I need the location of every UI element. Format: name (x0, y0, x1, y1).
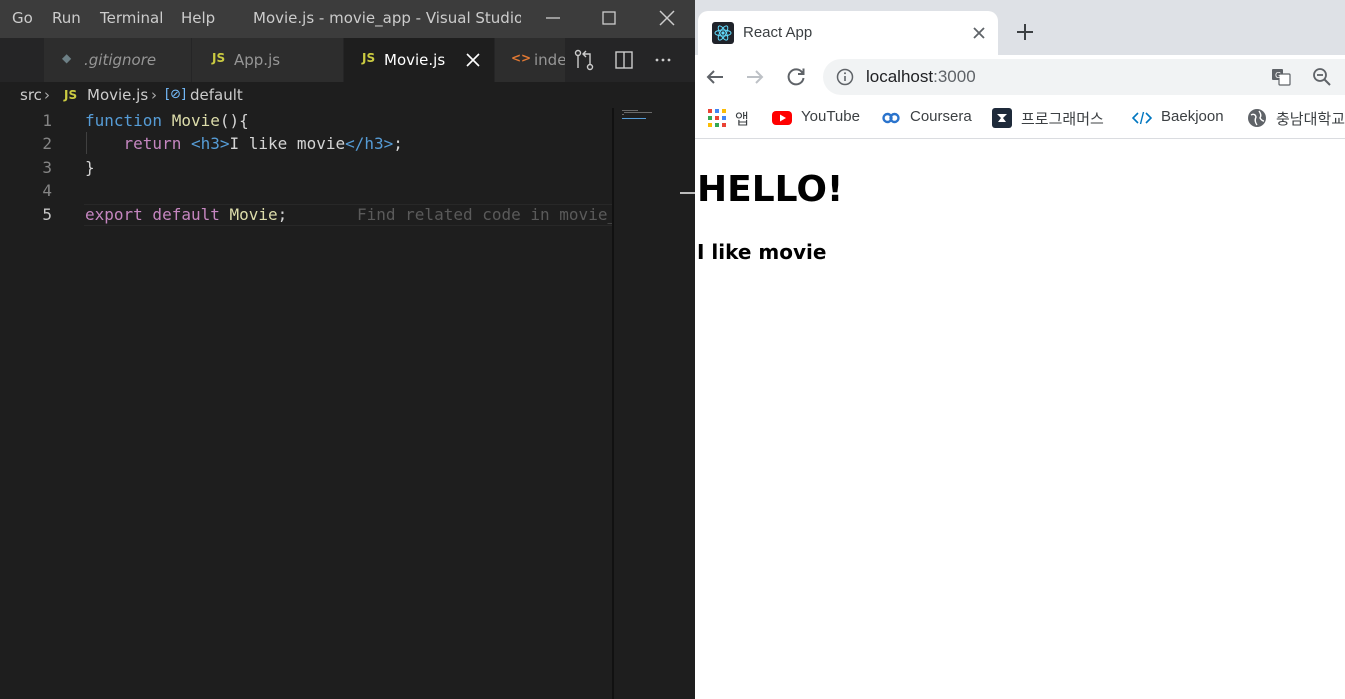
new-tab-icon[interactable] (1013, 20, 1037, 44)
split-editor-icon[interactable] (610, 46, 638, 74)
code-line-5: export default Movie; (85, 205, 287, 224)
code-punctuation: (){ (219, 111, 249, 130)
forward-arrow-icon[interactable] (743, 65, 767, 89)
breadcrumb-file[interactable]: Movie.js (87, 86, 148, 104)
address-bar[interactable]: localhost:3000 G (823, 59, 1345, 95)
globe-icon (1248, 109, 1266, 127)
bookmark-label: YouTube (801, 108, 860, 125)
code-line-2: return <h3>I like movie</h3>; (85, 134, 403, 153)
bookmarks-bar: 앱 YouTube Coursera 프로그래머스 Baekjoon 충남대학교 (695, 99, 1345, 139)
zoom-out-icon[interactable] (1312, 67, 1332, 87)
close-window-icon[interactable] (653, 4, 681, 32)
apps-grid-icon (708, 109, 726, 127)
maximize-icon[interactable] (595, 4, 623, 32)
code-line-1: function Movie(){ (85, 111, 249, 130)
menu-go[interactable]: Go (12, 9, 33, 27)
browser-tab-title: React App (743, 24, 813, 41)
bookmark-label: 프로그래머스 (1021, 111, 1104, 128)
close-tab-icon[interactable] (968, 22, 990, 44)
js-file-icon: JS (212, 51, 226, 65)
function-name: Movie (171, 111, 220, 130)
menu-run[interactable]: Run (52, 9, 81, 27)
youtube-icon (772, 111, 792, 125)
tab-movie-js[interactable]: JS Movie.js (344, 38, 495, 82)
tab-app-js[interactable]: JS App.js (192, 38, 344, 82)
line-number: 1 (42, 111, 52, 130)
chevron-right-icon: › (151, 86, 157, 104)
browser-tabstrip: React App (695, 0, 1345, 55)
overview-ruler-marker (680, 192, 695, 194)
inline-hint[interactable]: Find related code in movie_ (357, 205, 617, 224)
tab-label: App.js (234, 51, 281, 69)
url-port: :3000 (933, 67, 976, 86)
line-number: 2 (42, 134, 52, 153)
web-page-content: HELLO! I like movie (695, 139, 1345, 699)
line-number: 4 (42, 181, 52, 200)
site-info-icon[interactable] (836, 68, 854, 86)
programmers-icon (992, 108, 1012, 128)
tab-label: inde (534, 51, 565, 69)
symbol-variable-icon: [⊘] (165, 87, 187, 102)
code-semicolon: ; (393, 134, 403, 153)
breadcrumb: src › JS Movie.js › [⊘] default (0, 82, 695, 108)
close-tab-icon[interactable] (464, 51, 482, 69)
jsx-text: I like movie (229, 134, 346, 153)
git-file-icon: ◆ (62, 51, 72, 65)
page-subheading: I like movie (697, 240, 827, 264)
tab-label: .gitignore (84, 51, 157, 69)
jsx-close-tag: </h3> (345, 134, 394, 153)
code-editor[interactable]: 1 2 3 4 5 function Movie(){ return <h3>I… (0, 108, 617, 699)
bookmark-label: Coursera (910, 108, 972, 125)
code-brace: } (85, 158, 95, 177)
chrome-window: React App localhost:3000 G 앱 YouTube Cou… (695, 0, 1345, 699)
source-control-compare-icon[interactable] (570, 46, 598, 74)
url-host: localhost (866, 67, 934, 86)
url-text: localhost:3000 (866, 67, 976, 87)
tab-gitignore[interactable]: ◆ .gitignore (44, 38, 192, 82)
js-file-icon: JS (362, 51, 376, 65)
keyword-function: function (85, 111, 163, 130)
line-number: 3 (42, 158, 52, 177)
bookmark-label: Baekjoon (1161, 108, 1224, 125)
js-file-icon: JS (64, 88, 78, 102)
menu-terminal[interactable]: Terminal (100, 9, 163, 27)
menu-help[interactable]: Help (181, 9, 215, 27)
window-title: Movie.js - movie_app - Visual Studio C..… (253, 9, 521, 27)
minimap[interactable] (612, 108, 681, 699)
export-name: Movie (229, 205, 278, 224)
editor-scrollbar[interactable] (679, 108, 695, 699)
reload-icon[interactable] (784, 65, 808, 89)
minimap-preview (622, 110, 652, 119)
html-file-icon: <> (511, 51, 532, 65)
bookmark-label: 앱 (735, 111, 749, 128)
svg-text:G: G (1275, 71, 1281, 80)
bookmark-label: 충남대학교 (1276, 111, 1345, 128)
jsx-open-tag: <h3> (190, 134, 230, 153)
more-actions-icon[interactable] (649, 46, 677, 74)
coursera-icon (882, 112, 900, 124)
code-line-3: } (85, 158, 95, 177)
keyword-export-default: export default (85, 205, 220, 224)
tab-label: Movie.js (384, 51, 446, 69)
browser-toolbar: localhost:3000 G (695, 55, 1345, 99)
vscode-window: Go Run Terminal Help Movie.js - movie_ap… (0, 0, 695, 699)
breadcrumb-folder[interactable]: src (20, 86, 42, 104)
react-favicon-icon (712, 22, 734, 44)
code-brackets-icon (1132, 111, 1152, 125)
line-number: 5 (42, 205, 52, 224)
translate-icon[interactable]: G (1271, 67, 1291, 87)
tab-index-html[interactable]: <> inde (495, 38, 565, 82)
code-semicolon: ; (277, 205, 288, 224)
vscode-titlebar: Go Run Terminal Help Movie.js - movie_ap… (0, 0, 695, 38)
minimize-icon[interactable] (539, 4, 567, 32)
keyword-return: return (123, 134, 182, 153)
browser-tab[interactable]: React App (698, 11, 998, 55)
breadcrumb-symbol[interactable]: default (190, 86, 243, 104)
chevron-right-icon: › (44, 86, 50, 104)
back-arrow-icon[interactable] (703, 65, 727, 89)
editor-tabbar: ◆ .gitignore JS App.js JS Movie.js <> in… (0, 38, 695, 82)
page-heading: HELLO! (697, 169, 844, 210)
